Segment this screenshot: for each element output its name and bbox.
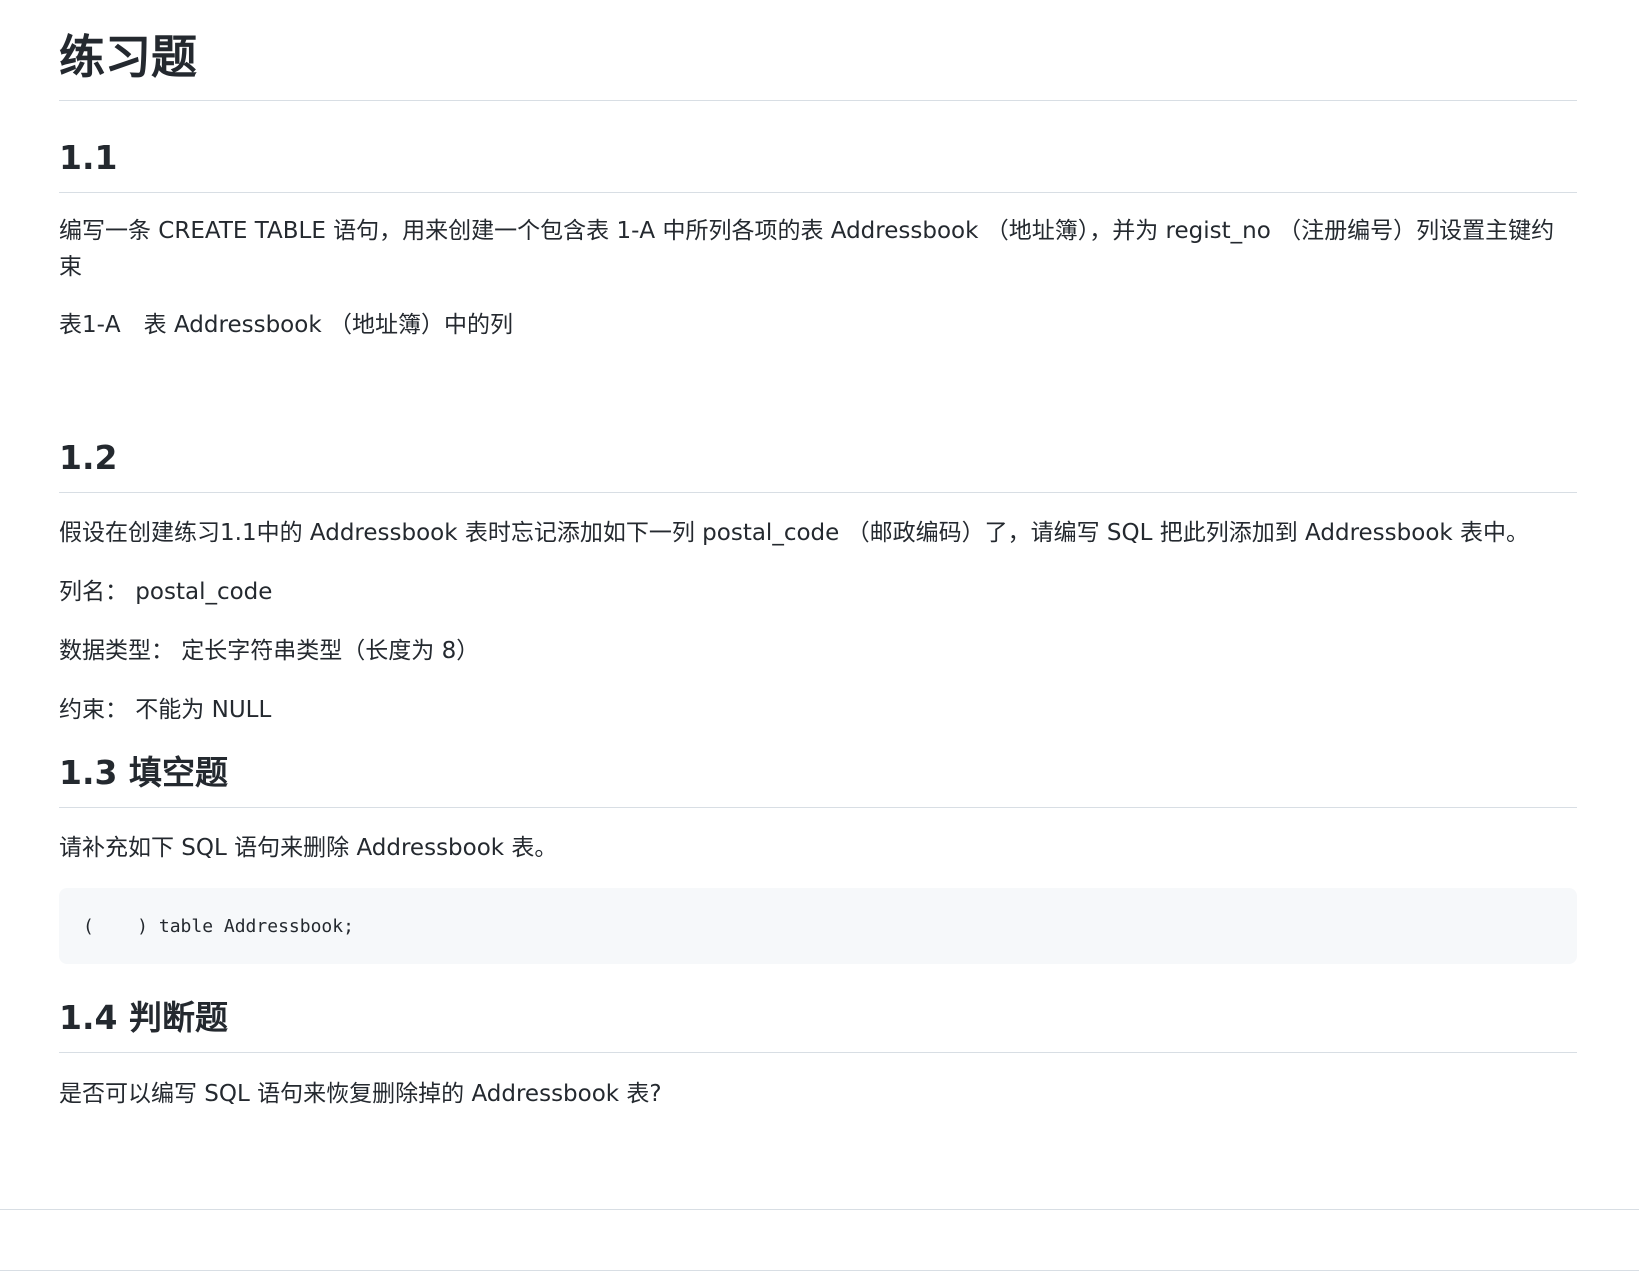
paragraph: 编写一条 CREATE TABLE 语句，用来创建一个包含表 1-A 中所列各项… bbox=[59, 218, 1555, 280]
document-body: 练习题 1.1 编写一条 CREATE TABLE 语句，用来创建一个包含表 1… bbox=[59, 0, 1577, 1112]
section-1-4: 1.4 判断题 是否可以编写 SQL 语句来恢复删除掉的 Addressbook… bbox=[59, 996, 1577, 1112]
section-heading: 1.4 判断题 bbox=[59, 996, 1577, 1053]
section-heading: 1.1 bbox=[59, 136, 1577, 193]
footer-divider bbox=[0, 1270, 1639, 1271]
section-1-2: 1.2 假设在创建练习1.1中的 Addressbook 表时忘记添加如下一列 … bbox=[59, 436, 1577, 728]
section-heading: 1.2 bbox=[59, 436, 1577, 493]
paragraph: 是否可以编写 SQL 语句来恢复删除掉的 Addressbook 表? bbox=[59, 1081, 662, 1107]
section-1-1: 1.1 编写一条 CREATE TABLE 语句，用来创建一个包含表 1-A 中… bbox=[59, 136, 1577, 343]
page-title: 练习题 bbox=[59, 0, 1577, 101]
code-block: ( ) table Addressbook; bbox=[59, 888, 1577, 964]
constraint-line: 约束： 不能为 NULL bbox=[59, 697, 272, 723]
column-name-line: 列名： postal_code bbox=[59, 579, 273, 605]
code-text: ( ) table Addressbook; bbox=[83, 915, 354, 937]
table-caption: 表1-A 表 Addressbook （地址簿）中的列 bbox=[59, 312, 513, 338]
section-heading: 1.3 填空题 bbox=[59, 751, 1577, 808]
data-type-line: 数据类型： 定长字符串类型（长度为 8） bbox=[59, 638, 480, 664]
paragraph: 请补充如下 SQL 语句来删除 Addressbook 表。 bbox=[59, 835, 558, 861]
paragraph: 假设在创建练习1.1中的 Addressbook 表时忘记添加如下一列 post… bbox=[59, 520, 1530, 546]
section-1-3: 1.3 填空题 请补充如下 SQL 语句来删除 Addressbook 表。 (… bbox=[59, 751, 1577, 964]
footer-divider bbox=[0, 1209, 1639, 1210]
